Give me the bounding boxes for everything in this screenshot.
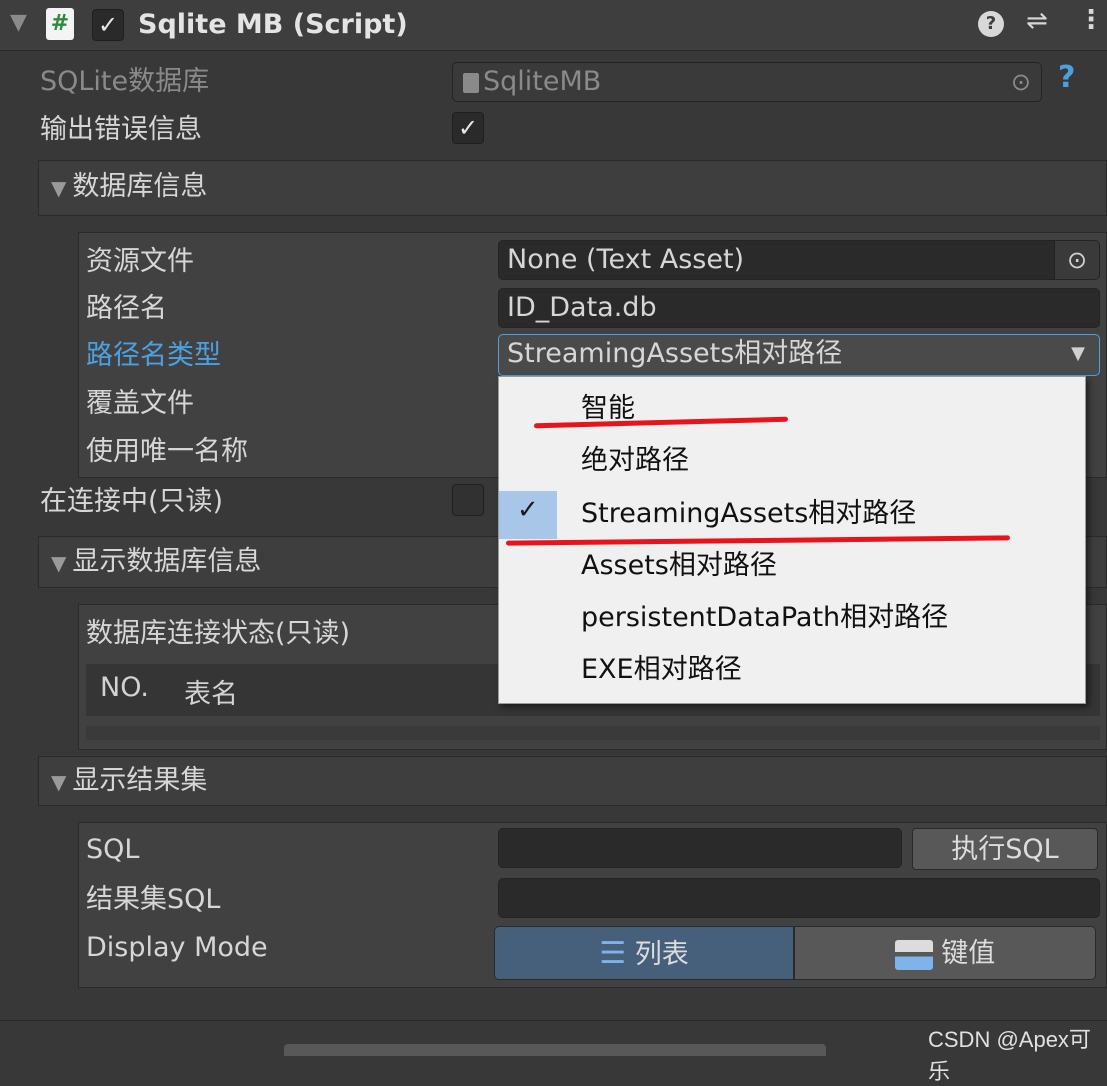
path-name-label: 路径名 [86, 293, 167, 324]
option-absolute[interactable]: 绝对路径 [581, 441, 689, 481]
foldout-arrow-icon: ▼ [51, 551, 67, 575]
sqlite-db-value: SqliteMB [483, 66, 602, 97]
execute-sql-button[interactable]: 执行SQL [912, 828, 1098, 870]
option-exe[interactable]: EXE相对路径 [581, 650, 742, 690]
path-name-input[interactable]: ID_Data.db [498, 288, 1100, 328]
chevron-down-icon: ▼ [1071, 343, 1085, 364]
option-streamingassets[interactable]: StreamingAssets相对路径 [581, 494, 916, 534]
db-status-label: 数据库连接状态(只读) [86, 618, 351, 649]
preset-sliders-icon[interactable]: ⇌ [1026, 6, 1048, 36]
path-name-value: ID_Data.db [507, 292, 657, 323]
check-icon: ✓ [517, 495, 539, 525]
component-title: Sqlite MB (Script) [138, 9, 408, 40]
connecting-label: 在连接中(只读) [40, 486, 224, 517]
col-no-header: NO. [100, 672, 149, 703]
db-info-foldout[interactable]: ▼ 数据库信息 [38, 160, 1107, 216]
resource-file-objectfield[interactable]: None (Text Asset) ⊙ [498, 240, 1100, 280]
component-enabled-checkbox[interactable]: ✓ [92, 9, 124, 41]
selected-option-highlight: ✓ [499, 491, 557, 539]
path-type-dropdown[interactable]: StreamingAssets相对路径 ▼ [498, 334, 1100, 376]
resource-file-value: None (Text Asset) [507, 244, 745, 275]
foldout-arrow-icon: ▼ [51, 770, 67, 794]
component-header: ▼ # ✓ Sqlite MB (Script) ? ⇌ ⋮ [0, 0, 1107, 51]
sqlite-db-label: SQLite数据库 [40, 66, 210, 97]
result-sql-label: 结果集SQL [86, 884, 221, 915]
help-icon[interactable]: ? [978, 11, 1004, 37]
watermark: CSDN @Apex可乐 [928, 1027, 1091, 1084]
db-info-title: 数据库信息 [72, 171, 208, 202]
sql-input[interactable] [498, 828, 902, 868]
table-footer [86, 726, 1100, 740]
output-error-checkbox[interactable]: ✓ [452, 112, 484, 144]
path-type-value: StreamingAssets相对路径 [507, 338, 843, 369]
display-mode-label: Display Mode [86, 932, 268, 963]
key-value-icon [894, 939, 933, 970]
overwrite-label: 覆盖文件 [86, 388, 194, 419]
script-hash-icon: # [46, 8, 74, 40]
option-assets[interactable]: Assets相对路径 [581, 546, 777, 586]
output-error-label: 输出错误信息 [40, 114, 202, 145]
unique-name-label: 使用唯一名称 [86, 436, 248, 467]
foldout-arrow-icon: ▼ [51, 176, 67, 200]
display-mode-kv-button[interactable]: 键值 [794, 926, 1096, 980]
show-result-title: 显示结果集 [72, 765, 208, 796]
sql-label: SQL [86, 834, 140, 865]
object-picker-icon[interactable]: ⊙ [1011, 63, 1031, 101]
execute-sql-label: 执行SQL [951, 834, 1059, 865]
help-question-icon[interactable]: ? [1058, 60, 1075, 95]
kebab-menu-icon[interactable]: ⋮ [1078, 5, 1104, 35]
connecting-checkbox [452, 484, 484, 516]
option-persistent[interactable]: persistentDataPath相对路径 [581, 598, 948, 638]
resource-file-label: 资源文件 [86, 246, 194, 277]
sqlite-db-objectfield[interactable]: SqliteMB ⊙ [452, 62, 1042, 102]
mode-kv-label: 键值 [941, 938, 996, 969]
script-asset-icon [463, 72, 479, 93]
show-db-info-title: 显示数据库信息 [72, 546, 262, 577]
object-picker-icon[interactable]: ⊙ [1054, 241, 1099, 279]
col-table-header: 表名 [184, 679, 238, 710]
bottom-divider [0, 1020, 1107, 1021]
path-type-label: 路径名类型 [86, 340, 221, 371]
display-mode-list-button[interactable]: ☰ 列表 [494, 926, 794, 980]
show-result-foldout[interactable]: ▼ 显示结果集 [38, 756, 1107, 806]
collapse-arrow-icon[interactable]: ▼ [10, 10, 27, 35]
mode-list-label: 列表 [634, 939, 689, 970]
list-icon: ☰ [599, 936, 627, 971]
result-sql-input[interactable] [498, 878, 1100, 918]
add-component-button[interactable] [284, 1044, 826, 1056]
